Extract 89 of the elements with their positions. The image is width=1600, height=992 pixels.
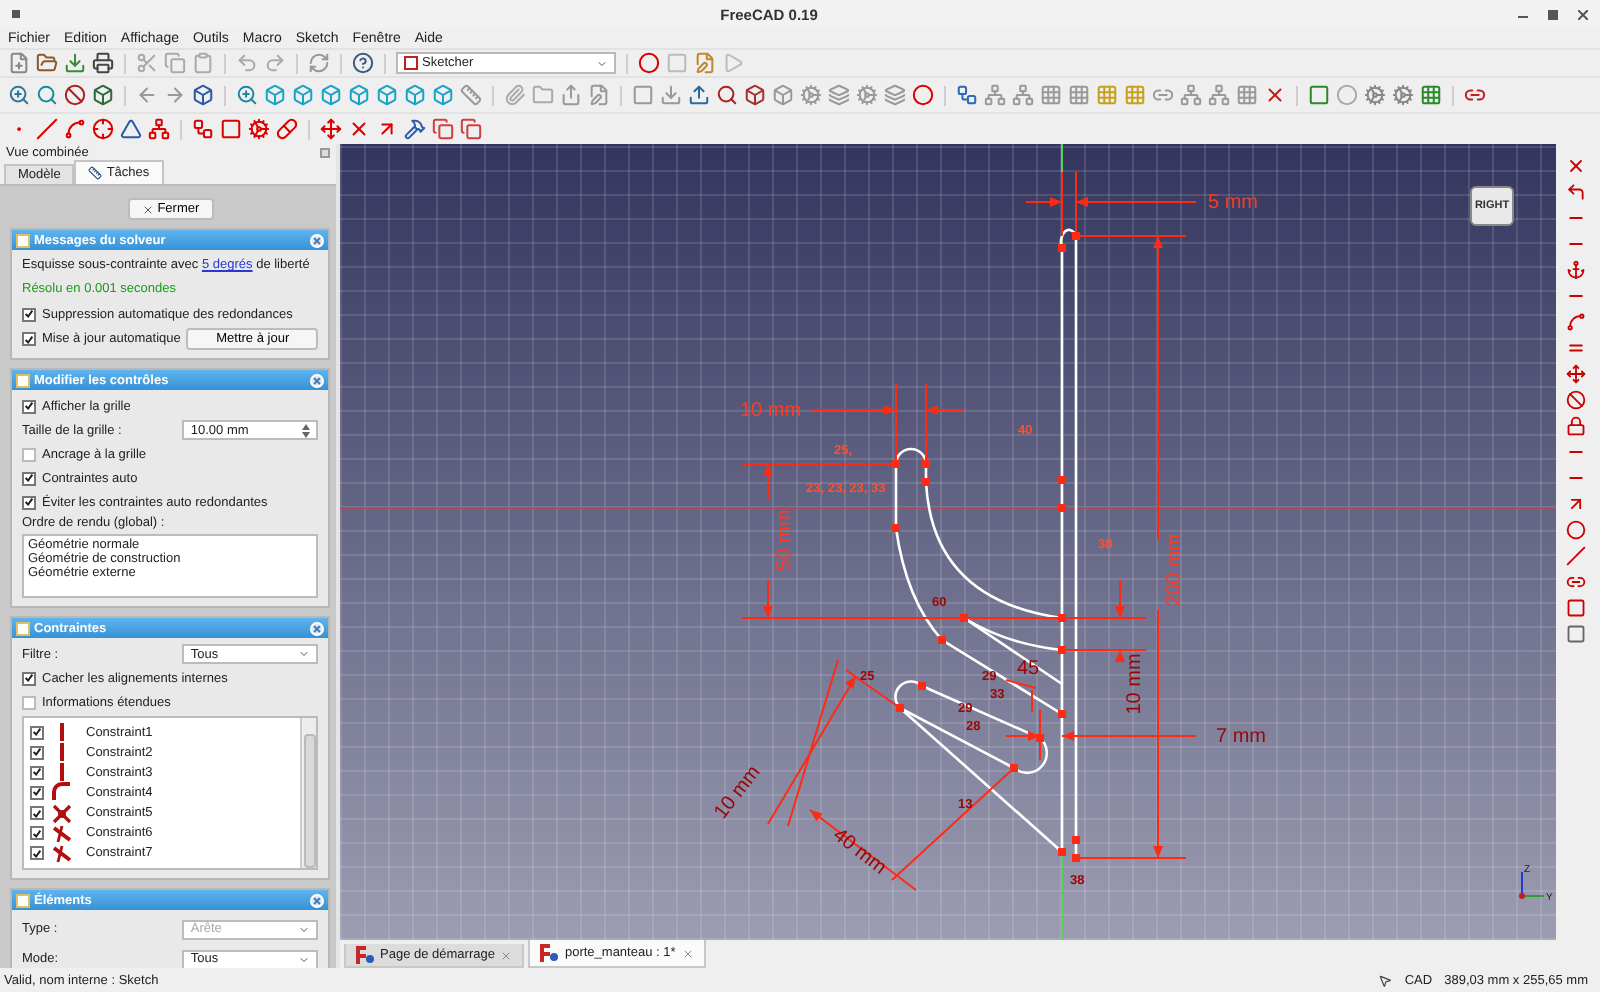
- zoom-fit-icon[interactable]: [8, 84, 30, 106]
- arrow-right-icon[interactable]: [164, 84, 186, 106]
- point-on-object-constraint-icon: [52, 823, 72, 844]
- maximize-icon[interactable]: [1548, 9, 1558, 19]
- document-icon: [16, 893, 30, 907]
- zoom-icon[interactable]: [36, 84, 58, 106]
- cube-icon[interactable]: [264, 84, 286, 106]
- gear-icon[interactable]: [800, 84, 822, 106]
- line-icon[interactable]: [36, 118, 58, 140]
- arc-icon[interactable]: [64, 118, 86, 140]
- cube-icon[interactable]: [292, 84, 314, 106]
- tangent-constraint-icon: [52, 782, 72, 803]
- app-logo-icon: [540, 944, 559, 962]
- trim-icon[interactable]: [348, 118, 370, 140]
- caret-icon: [298, 953, 311, 965]
- collapse-icon[interactable]: [310, 893, 325, 907]
- checkbox[interactable]: [30, 725, 44, 740]
- checkbox[interactable]: [22, 695, 36, 709]
- spin-arrows-icon: [302, 423, 311, 437]
- checkbox[interactable]: [22, 471, 36, 485]
- zoom-icon[interactable]: [236, 84, 258, 106]
- help-icon[interactable]: [352, 52, 374, 74]
- checkbox[interactable]: [30, 745, 44, 760]
- arrow-left-icon[interactable]: [136, 84, 158, 106]
- rectangle-icon[interactable]: [220, 118, 242, 140]
- gear-icon[interactable]: [856, 84, 878, 106]
- delete-icon[interactable]: [1264, 84, 1286, 106]
- caret-icon: [298, 648, 311, 660]
- paperclip-icon[interactable]: [504, 84, 526, 106]
- zoom-icon[interactable]: [716, 84, 738, 106]
- refresh-icon[interactable]: [308, 52, 330, 74]
- link-icon[interactable]: [1464, 84, 1486, 106]
- gear-icon[interactable]: [1364, 84, 1386, 106]
- printer-icon[interactable]: [92, 52, 114, 74]
- ruler-icon[interactable]: [460, 84, 482, 106]
- edit-icon[interactable]: [588, 84, 610, 106]
- cube-icon[interactable]: [320, 84, 342, 106]
- app-logo-icon: [356, 946, 374, 964]
- cube-icon[interactable]: [772, 84, 794, 106]
- record-icon[interactable]: [638, 52, 660, 74]
- cube-icon[interactable]: [348, 84, 370, 106]
- collapse-icon[interactable]: [310, 233, 325, 247]
- checkbox[interactable]: [22, 399, 36, 413]
- gear-icon[interactable]: [1392, 84, 1414, 106]
- axis-triad-drawing: [1519, 871, 1545, 899]
- document-icon: [16, 621, 30, 635]
- checkbox[interactable]: [30, 846, 44, 861]
- slot-icon[interactable]: [276, 118, 298, 140]
- mouse-icon: [1378, 973, 1393, 987]
- layers-icon[interactable]: [828, 84, 850, 106]
- point-on-object-constraint-icon: [52, 843, 72, 864]
- cube-icon[interactable]: [744, 84, 766, 106]
- caret-icon: [298, 923, 311, 935]
- checkbox[interactable]: [22, 495, 36, 509]
- checkbox[interactable]: [30, 765, 44, 780]
- external-geometry-icon[interactable]: [404, 118, 426, 140]
- checkbox[interactable]: [22, 447, 36, 461]
- cube-icon[interactable]: [432, 84, 454, 106]
- extend-icon[interactable]: [376, 118, 398, 140]
- record-icon[interactable]: [912, 84, 934, 106]
- checkbox[interactable]: [22, 671, 36, 685]
- document-icon: [16, 373, 30, 387]
- checkbox[interactable]: [30, 826, 44, 841]
- cube-icon[interactable]: [376, 84, 398, 106]
- document-icon: [16, 233, 30, 247]
- scrollbar[interactable]: [300, 718, 317, 868]
- checkbox[interactable]: [22, 307, 36, 321]
- collapse-icon[interactable]: [310, 621, 325, 635]
- checkbox[interactable]: [30, 785, 44, 800]
- caret-icon: [596, 57, 608, 69]
- export-icon[interactable]: [560, 84, 582, 106]
- save-icon[interactable]: [64, 52, 86, 74]
- cube-icon[interactable]: [404, 84, 426, 106]
- upload-icon[interactable]: [688, 84, 710, 106]
- checkbox[interactable]: [30, 806, 44, 821]
- checkbox[interactable]: [22, 332, 36, 346]
- cube-icon[interactable]: [192, 84, 214, 106]
- coincident-constraint-icon: [52, 803, 72, 824]
- collapse-icon[interactable]: [310, 373, 325, 387]
- layers-icon[interactable]: [884, 84, 906, 106]
- tangent-icon[interactable]: [1566, 312, 1586, 332]
- cube-icon[interactable]: [92, 84, 114, 106]
- new-file-icon[interactable]: [8, 52, 30, 74]
- folder-icon[interactable]: [36, 52, 58, 74]
- clipboard-icon[interactable]: [192, 52, 214, 74]
- download-icon[interactable]: [660, 84, 682, 106]
- lock-icon[interactable]: [1566, 416, 1586, 436]
- macro-edit-icon[interactable]: [694, 52, 716, 74]
- link-icon[interactable]: [1152, 84, 1174, 106]
